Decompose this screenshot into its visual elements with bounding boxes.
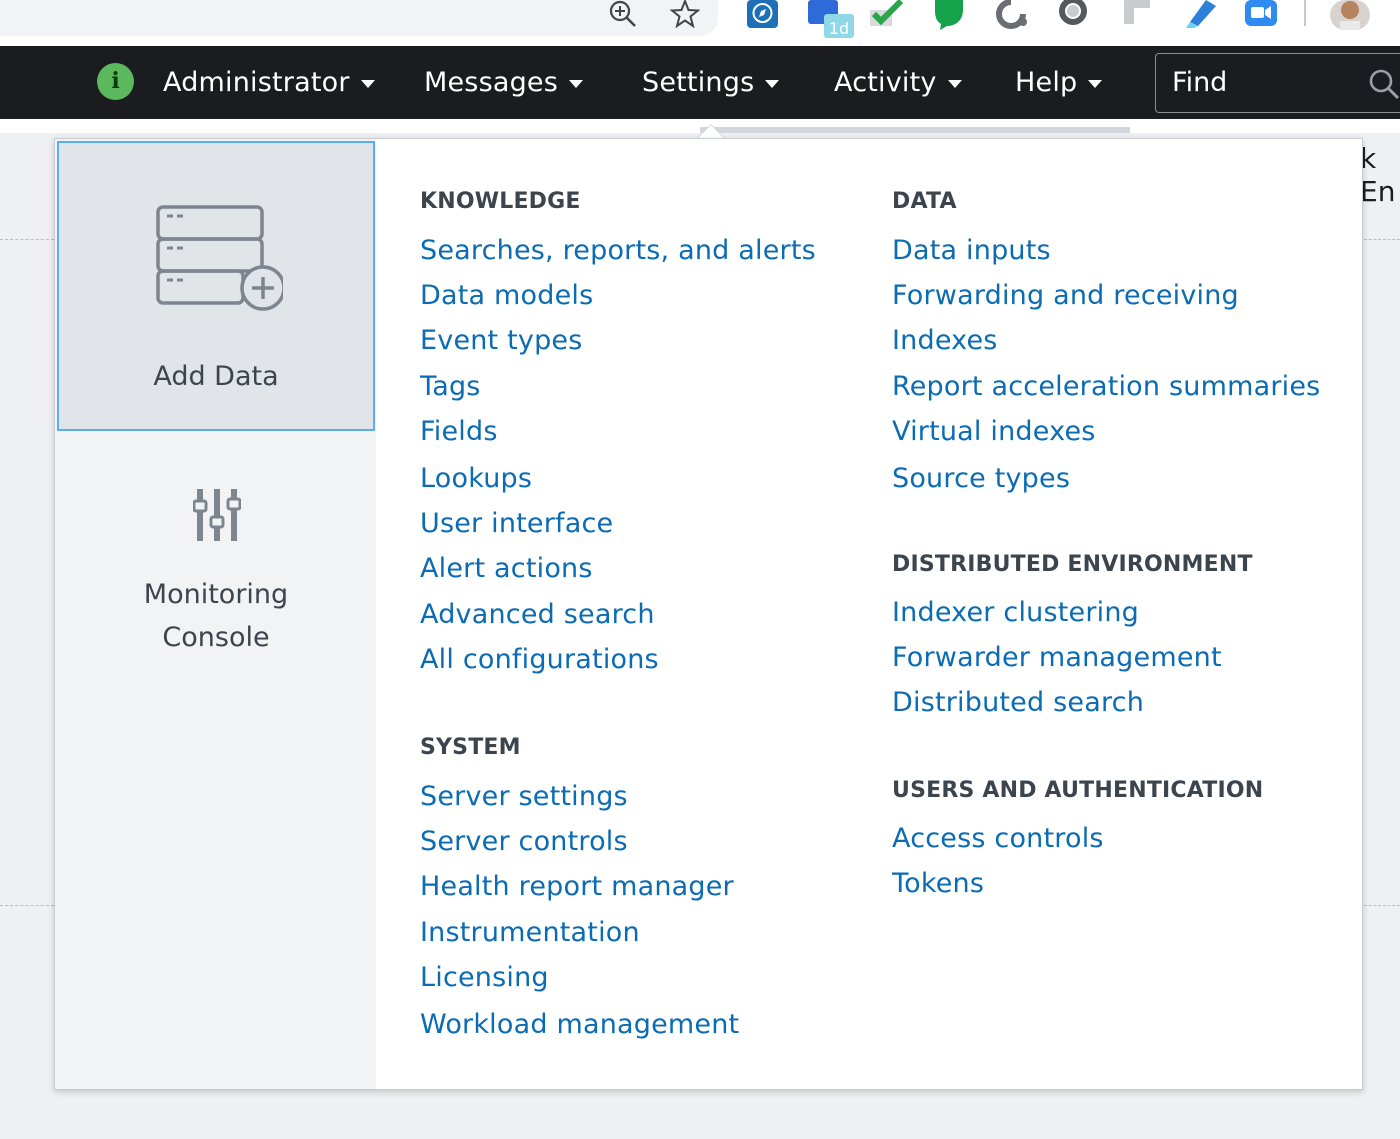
extension-badge: 1d bbox=[829, 19, 849, 38]
sticky-note-icon[interactable] bbox=[1120, 0, 1154, 30]
link-alert-actions[interactable]: Alert actions bbox=[420, 553, 593, 584]
nav-help-label: Help bbox=[1015, 67, 1078, 98]
link-instrumentation[interactable]: Instrumentation bbox=[420, 917, 640, 948]
caret-down-icon bbox=[1088, 79, 1103, 88]
link-advanced-search[interactable]: Advanced search bbox=[420, 599, 655, 630]
link-server-settings[interactable]: Server settings bbox=[420, 781, 628, 812]
link-workload-management[interactable]: Workload management bbox=[420, 1009, 739, 1040]
find-input[interactable] bbox=[1172, 64, 1352, 100]
section-title-knowledge: KNOWLEDGE bbox=[420, 189, 581, 214]
checkmark-icon[interactable] bbox=[868, 0, 904, 28]
link-forwarding-and-receiving[interactable]: Forwarding and receiving bbox=[892, 280, 1239, 311]
section-title-data: DATA bbox=[892, 189, 957, 214]
link-event-types[interactable]: Event types bbox=[420, 325, 583, 356]
settings-dropdown-menu: Add Data Monitoring Console KNOWLEDGE Se… bbox=[54, 138, 1363, 1090]
info-icon[interactable]: i bbox=[97, 63, 134, 100]
nav-activity-label: Activity bbox=[834, 67, 937, 98]
dashed-divider bbox=[1364, 905, 1400, 906]
calendar-icon[interactable]: 1d bbox=[806, 0, 854, 38]
nav-administrator-label: Administrator bbox=[163, 67, 350, 98]
dashed-divider bbox=[0, 905, 54, 906]
monitoring-console-label-line1: Monitoring bbox=[143, 579, 289, 610]
nav-settings[interactable]: Settings bbox=[642, 46, 780, 119]
link-lookups[interactable]: Lookups bbox=[420, 463, 532, 494]
browser-toolbar: 1d bbox=[0, 0, 1400, 46]
link-forwarder-management[interactable]: Forwarder management bbox=[892, 642, 1222, 673]
section-title-system: SYSTEM bbox=[420, 735, 521, 760]
highlighter-icon[interactable] bbox=[1182, 0, 1218, 30]
nav-messages-label: Messages bbox=[424, 67, 559, 98]
section-title-distributed-environment: DISTRIBUTED ENVIRONMENT bbox=[892, 552, 1253, 577]
link-health-report-manager[interactable]: Health report manager bbox=[420, 871, 734, 902]
video-camera-icon[interactable] bbox=[1244, 0, 1280, 30]
compass-icon[interactable] bbox=[746, 0, 780, 30]
add-data-icon bbox=[156, 205, 283, 311]
nav-activity[interactable]: Activity bbox=[834, 46, 962, 119]
nav-help[interactable]: Help bbox=[1015, 46, 1103, 119]
dropdown-pointer bbox=[697, 124, 725, 138]
link-all-configurations[interactable]: All configurations bbox=[420, 644, 659, 675]
link-tags[interactable]: Tags bbox=[420, 371, 481, 402]
background-page-text: k En bbox=[1360, 142, 1396, 208]
link-tokens[interactable]: Tokens bbox=[892, 868, 984, 899]
link-user-interface[interactable]: User interface bbox=[420, 508, 613, 539]
link-access-controls[interactable]: Access controls bbox=[892, 823, 1104, 854]
monitoring-console-label-line2: Console bbox=[162, 622, 270, 653]
add-data-label: Add Data bbox=[153, 361, 279, 392]
link-indexer-clustering[interactable]: Indexer clustering bbox=[892, 597, 1139, 628]
link-data-inputs[interactable]: Data inputs bbox=[892, 235, 1051, 266]
chat-bubble-icon[interactable] bbox=[932, 0, 966, 30]
link-source-types[interactable]: Source types bbox=[892, 463, 1070, 494]
link-indexes[interactable]: Indexes bbox=[892, 325, 998, 356]
add-data-tile[interactable]: Add Data bbox=[57, 141, 375, 431]
zoom-in-icon[interactable] bbox=[606, 0, 638, 30]
nav-administrator[interactable]: Administrator bbox=[163, 46, 375, 119]
caret-down-icon bbox=[360, 79, 375, 88]
caret-down-icon bbox=[569, 79, 584, 88]
dashed-divider bbox=[0, 239, 54, 240]
link-virtual-indexes[interactable]: Virtual indexes bbox=[892, 416, 1096, 447]
circle-arrow-icon[interactable] bbox=[994, 0, 1028, 30]
toolbar-divider bbox=[1304, 0, 1306, 26]
link-server-controls[interactable]: Server controls bbox=[420, 826, 628, 857]
section-title-users-and-authentication: USERS AND AUTHENTICATION bbox=[892, 778, 1264, 803]
sliders-icon bbox=[193, 489, 241, 541]
link-report-acceleration-summaries[interactable]: Report acceleration summaries bbox=[892, 371, 1320, 402]
link-searches-reports-alerts[interactable]: Searches, reports, and alerts bbox=[420, 235, 816, 266]
avatar[interactable] bbox=[1330, 0, 1370, 30]
link-licensing[interactable]: Licensing bbox=[420, 962, 549, 993]
nav-settings-label: Settings bbox=[642, 67, 755, 98]
link-distributed-search[interactable]: Distributed search bbox=[892, 687, 1144, 718]
search-icon[interactable] bbox=[1368, 68, 1400, 100]
find-box[interactable] bbox=[1155, 53, 1400, 113]
monitoring-console-tile[interactable]: Monitoring Console bbox=[57, 459, 375, 679]
link-data-models[interactable]: Data models bbox=[420, 280, 593, 311]
dropdown-shortcuts-panel: Add Data Monitoring Console bbox=[55, 139, 376, 1089]
monitoring-console-label: Monitoring Console bbox=[57, 573, 375, 659]
nav-messages[interactable]: Messages bbox=[424, 46, 584, 119]
dashed-divider bbox=[1364, 239, 1400, 240]
star-icon[interactable] bbox=[670, 0, 700, 28]
ring-icon[interactable] bbox=[1056, 0, 1090, 30]
link-fields[interactable]: Fields bbox=[420, 416, 498, 447]
page-header-bar bbox=[700, 127, 1130, 133]
caret-down-icon bbox=[947, 79, 962, 88]
caret-down-icon bbox=[765, 79, 780, 88]
